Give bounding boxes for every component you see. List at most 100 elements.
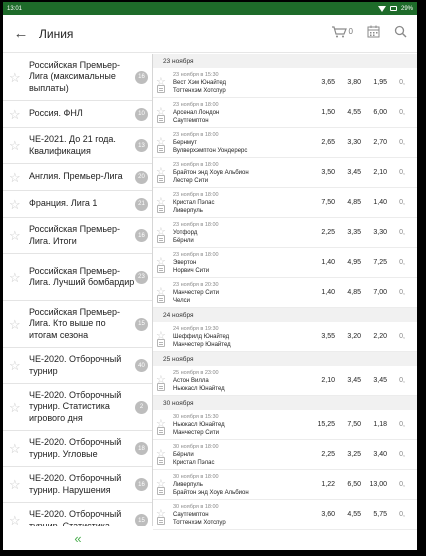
statistics-icon[interactable] bbox=[157, 427, 165, 435]
odd-draw[interactable]: 4,55 bbox=[335, 511, 361, 518]
odd-more[interactable]: 0, bbox=[387, 109, 405, 116]
star-icon[interactable]: ☆ bbox=[9, 442, 25, 455]
odd-away-win[interactable]: 5,75 bbox=[361, 511, 387, 518]
odd-more[interactable]: 0, bbox=[387, 199, 405, 206]
odd-more[interactable]: 0, bbox=[387, 511, 405, 518]
odd-more[interactable]: 0, bbox=[387, 481, 405, 488]
star-icon[interactable]: ☆ bbox=[9, 478, 25, 491]
star-icon[interactable]: ☆ bbox=[9, 271, 25, 284]
odd-draw[interactable]: 3,35 bbox=[335, 229, 361, 236]
odd-draw[interactable]: 4,85 bbox=[335, 289, 361, 296]
odd-home-win[interactable]: 3,50 bbox=[309, 169, 335, 176]
odd-draw[interactable]: 4,85 bbox=[335, 199, 361, 206]
odd-away-win[interactable]: 2,10 bbox=[361, 169, 387, 176]
odd-draw[interactable]: 3,80 bbox=[335, 79, 361, 86]
star-icon[interactable]: ☆ bbox=[9, 71, 25, 84]
odd-more[interactable]: 0, bbox=[387, 377, 405, 384]
odd-away-win[interactable]: 3,40 bbox=[361, 451, 387, 458]
star-icon[interactable]: ☆ bbox=[9, 229, 25, 242]
star-icon[interactable]: ☆ bbox=[9, 139, 25, 152]
calendar-button[interactable] bbox=[367, 25, 380, 38]
odd-away-win[interactable]: 1,18 bbox=[361, 421, 387, 428]
match-row[interactable]: ☆ 23 ноября в 18:00 Бернмут Вулверхэмптон У… bbox=[153, 128, 417, 158]
statistics-icon[interactable] bbox=[157, 115, 165, 123]
odd-draw[interactable]: 3,30 bbox=[335, 139, 361, 146]
sidebar-league-item[interactable]: ☆ ЧЕ-2020. Отборочный турнир. Нарушения 16 bbox=[3, 467, 152, 503]
statistics-icon[interactable] bbox=[157, 175, 165, 183]
sidebar-league-item[interactable]: ☆ ЧЕ-2020. Отборочный турнир. Угловые 18 bbox=[3, 431, 152, 467]
odd-home-win[interactable]: 1,40 bbox=[309, 259, 335, 266]
odd-home-win[interactable]: 2,25 bbox=[309, 451, 335, 458]
odd-home-win[interactable]: 3,55 bbox=[309, 333, 335, 340]
odd-more[interactable]: 0, bbox=[387, 79, 405, 86]
odd-home-win[interactable]: 1,40 bbox=[309, 289, 335, 296]
sidebar-league-item[interactable]: ☆ ЧЕ-2020. Отборочный турнир 40 bbox=[3, 348, 152, 384]
sidebar-league-item[interactable]: ☆ Российская Премьер-Лига. Итоги 16 bbox=[3, 218, 152, 254]
search-button[interactable] bbox=[394, 25, 407, 38]
statistics-icon[interactable] bbox=[157, 145, 165, 153]
odd-more[interactable]: 0, bbox=[387, 289, 405, 296]
star-icon[interactable]: ☆ bbox=[9, 198, 25, 211]
odd-away-win[interactable]: 3,45 bbox=[361, 377, 387, 384]
sidebar-league-item[interactable]: ☆ Франция. Лига 1 21 bbox=[3, 191, 152, 218]
match-row[interactable]: ☆ 25 ноября в 23:00 Астон Вилла Ньюкасл Юна… bbox=[153, 366, 417, 396]
odd-draw[interactable]: 3,45 bbox=[335, 169, 361, 176]
odd-draw[interactable]: 3,20 bbox=[335, 333, 361, 340]
sidebar-league-item[interactable]: ☆ Англия. Премьер-Лига 20 bbox=[3, 164, 152, 191]
statistics-icon[interactable] bbox=[157, 295, 165, 303]
odd-home-win[interactable]: 7,50 bbox=[309, 199, 335, 206]
odd-more[interactable]: 0, bbox=[387, 451, 405, 458]
match-row[interactable]: ☆ 23 ноября в 18:00 Кристал Пэлас Ливерпуль… bbox=[153, 188, 417, 218]
sidebar-league-item[interactable]: ☆ Российская Премьер-Лига (максимальные в… bbox=[3, 54, 152, 101]
statistics-icon[interactable] bbox=[157, 205, 165, 213]
match-row[interactable]: ☆ 23 ноября в 18:00 Брайтон энд Хоув Альби… bbox=[153, 158, 417, 188]
odd-away-win[interactable]: 6,00 bbox=[361, 109, 387, 116]
odd-away-win[interactable]: 2,20 bbox=[361, 333, 387, 340]
match-row[interactable]: ☆ 30 ноября в 18:00 Бёрнли Кристал Пэлас 2,2… bbox=[153, 440, 417, 470]
sidebar-league-item[interactable]: ☆ ЧЕ-2021. До 21 года. Квалификация 13 bbox=[3, 128, 152, 164]
odd-home-win[interactable]: 2,25 bbox=[309, 229, 335, 236]
match-row[interactable]: ☆ 23 ноября в 18:00 Эвертон Норвич Сити 1,40… bbox=[153, 248, 417, 278]
star-icon[interactable]: ☆ bbox=[9, 401, 25, 414]
sidebar-league-item[interactable]: ☆ Российская Премьер-Лига. Кто выше по ит… bbox=[3, 301, 152, 348]
odd-draw[interactable]: 6,50 bbox=[335, 481, 361, 488]
odd-more[interactable]: 0, bbox=[387, 139, 405, 146]
odd-home-win[interactable]: 1,50 bbox=[309, 109, 335, 116]
odd-home-win[interactable]: 3,65 bbox=[309, 79, 335, 86]
odd-draw[interactable]: 7,50 bbox=[335, 421, 361, 428]
odd-away-win[interactable]: 13,00 bbox=[361, 481, 387, 488]
odd-more[interactable]: 0, bbox=[387, 229, 405, 236]
statistics-icon[interactable] bbox=[157, 235, 165, 243]
sidebar-league-item[interactable]: ☆ Россия. ФНЛ 10 bbox=[3, 101, 152, 128]
match-row[interactable]: ☆ 30 ноября в 18:00 Саутгемптон Тоттенхэм Х… bbox=[153, 500, 417, 530]
odd-more[interactable]: 0, bbox=[387, 421, 405, 428]
odd-home-win[interactable]: 15,25 bbox=[309, 421, 335, 428]
odd-draw[interactable]: 4,95 bbox=[335, 259, 361, 266]
odd-more[interactable]: 0, bbox=[387, 259, 405, 266]
odd-draw[interactable]: 4,55 bbox=[335, 109, 361, 116]
star-icon[interactable]: ☆ bbox=[9, 108, 25, 121]
statistics-icon[interactable] bbox=[157, 457, 165, 465]
odd-draw[interactable]: 3,25 bbox=[335, 451, 361, 458]
statistics-icon[interactable] bbox=[157, 265, 165, 273]
statistics-icon[interactable] bbox=[157, 487, 165, 495]
match-row[interactable]: ☆ 23 ноября в 15:30 Вест Хэм Юнайтед Тоттен… bbox=[153, 68, 417, 98]
star-icon[interactable]: ☆ bbox=[9, 171, 25, 184]
statistics-icon[interactable] bbox=[157, 85, 165, 93]
sidebar-league-item[interactable]: ☆ ЧЕ-2020. Отборочный турнир. Статистика … bbox=[3, 384, 152, 431]
odd-home-win[interactable]: 2,10 bbox=[309, 377, 335, 384]
statistics-icon[interactable] bbox=[157, 517, 165, 525]
match-row[interactable]: ☆ 23 ноября в 20:30 Манчестер Сити Челси 1,4… bbox=[153, 278, 417, 308]
match-row[interactable]: ☆ 23 ноября в 18:00 Уотфорд Бёрнли 2,25 3,35 3… bbox=[153, 218, 417, 248]
star-icon[interactable]: ☆ bbox=[9, 359, 25, 372]
odd-away-win[interactable]: 7,25 bbox=[361, 259, 387, 266]
match-row[interactable]: ☆ 23 ноября в 18:00 Арсенал Лондон Саутгемп… bbox=[153, 98, 417, 128]
back-arrow-icon[interactable]: ← bbox=[3, 25, 39, 42]
odd-draw[interactable]: 3,45 bbox=[335, 377, 361, 384]
odd-away-win[interactable]: 2,70 bbox=[361, 139, 387, 146]
statistics-icon[interactable] bbox=[157, 339, 165, 347]
statistics-icon[interactable] bbox=[157, 383, 165, 391]
odd-away-win[interactable]: 7,00 bbox=[361, 289, 387, 296]
bet-slip-button[interactable]: 0 bbox=[331, 25, 353, 38]
odd-more[interactable]: 0, bbox=[387, 333, 405, 340]
